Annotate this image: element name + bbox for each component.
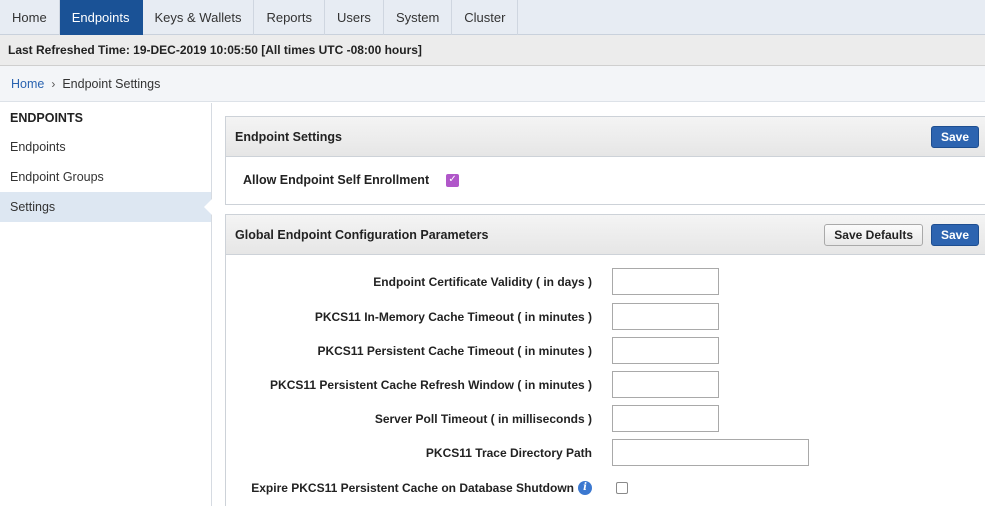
field-label: PKCS11 Persistent Cache Timeout ( in min… [317, 343, 592, 358]
save-button[interactable]: Save [930, 126, 979, 148]
field-label: Endpoint Certificate Validity ( in days … [373, 274, 592, 289]
cert-validity-input[interactable] [612, 268, 719, 295]
field-label: PKCS11 Trace Directory Path [425, 445, 592, 460]
panel-title: Global Endpoint Configuration Parameters [235, 227, 489, 242]
form-row-persistent-timeout: PKCS11 Persistent Cache Timeout ( in min… [226, 337, 985, 364]
breadcrumb: Home › Endpoint Settings [0, 66, 985, 102]
expire-cache-label: Expire PKCS11 Persistent Cache on Databa… [251, 480, 574, 495]
tab-home[interactable]: Home [0, 0, 60, 35]
global-config-panel: Global Endpoint Configuration Parameters… [225, 214, 985, 506]
field-label: PKCS11 Persistent Cache Refresh Window (… [270, 377, 592, 392]
checkmark-icon: ✓ [448, 174, 457, 185]
self-enrollment-checkbox[interactable]: ✓ [446, 173, 460, 187]
tab-keys-wallets[interactable]: Keys & Wallets [143, 0, 255, 35]
field-label: PKCS11 In-Memory Cache Timeout ( in minu… [314, 309, 592, 324]
info-icon[interactable]: i [578, 480, 592, 495]
sidebar-item-settings[interactable]: Settings [0, 192, 212, 222]
endpoint-settings-panel: Endpoint Settings Save Allow Endpoint Se… [225, 116, 985, 205]
expire-cache-checkbox[interactable] [616, 482, 628, 494]
form-row-inmemory-timeout: PKCS11 In-Memory Cache Timeout ( in minu… [226, 303, 985, 330]
form-row-cert-validity: Endpoint Certificate Validity ( in days … [226, 268, 985, 295]
panel-title: Endpoint Settings [235, 129, 342, 144]
tab-endpoints[interactable]: Endpoints [59, 0, 143, 35]
endpoint-settings-header: Endpoint Settings Save [226, 117, 985, 157]
form-row-trace-path: PKCS11 Trace Directory Path [226, 439, 985, 466]
form-row-refresh-window: PKCS11 Persistent Cache Refresh Window (… [226, 371, 985, 398]
breadcrumb-current: Endpoint Settings [62, 76, 161, 91]
breadcrumb-home-link[interactable]: Home [11, 77, 44, 91]
sidebar: ENDPOINTS Endpoints Endpoint Groups Sett… [0, 103, 212, 506]
tab-reports[interactable]: Reports [254, 0, 325, 35]
top-nav: Home Endpoints Keys & Wallets Reports Us… [0, 0, 985, 35]
sidebar-heading: ENDPOINTS [10, 110, 83, 125]
sidebar-item-endpoint-groups[interactable]: Endpoint Groups [0, 162, 211, 192]
field-label: Server Poll Timeout ( in milliseconds ) [374, 411, 592, 426]
global-config-header: Global Endpoint Configuration Parameters… [226, 215, 985, 255]
form-row-poll-timeout: Server Poll Timeout ( in milliseconds ) [226, 405, 985, 432]
tab-cluster[interactable]: Cluster [452, 0, 519, 35]
server-poll-timeout-input[interactable] [612, 405, 719, 432]
inmemory-cache-timeout-input[interactable] [612, 303, 719, 330]
last-refreshed-text: Last Refreshed Time: 19-DEC-2019 10:05:5… [8, 43, 422, 57]
save-defaults-button[interactable]: Save Defaults [824, 224, 923, 246]
persistent-cache-timeout-input[interactable] [612, 337, 719, 364]
tab-users[interactable]: Users [325, 0, 384, 35]
field-label: Expire PKCS11 Persistent Cache on Databa… [251, 474, 592, 501]
self-enrollment-label: Allow Endpoint Self Enrollment [243, 173, 430, 187]
refresh-window-input[interactable] [612, 371, 719, 398]
chevron-right-icon: › [51, 76, 56, 91]
save-button[interactable]: Save [930, 224, 979, 246]
form-row-expire-cache: Expire PKCS11 Persistent Cache on Databa… [226, 474, 985, 501]
self-enrollment-row: Allow Endpoint Self Enrollment ✓ [226, 157, 985, 203]
sidebar-item-endpoints[interactable]: Endpoints [0, 132, 211, 162]
last-refreshed-bar: Last Refreshed Time: 19-DEC-2019 10:05:5… [0, 35, 985, 66]
tab-system[interactable]: System [384, 0, 453, 35]
trace-directory-input[interactable] [612, 439, 809, 466]
